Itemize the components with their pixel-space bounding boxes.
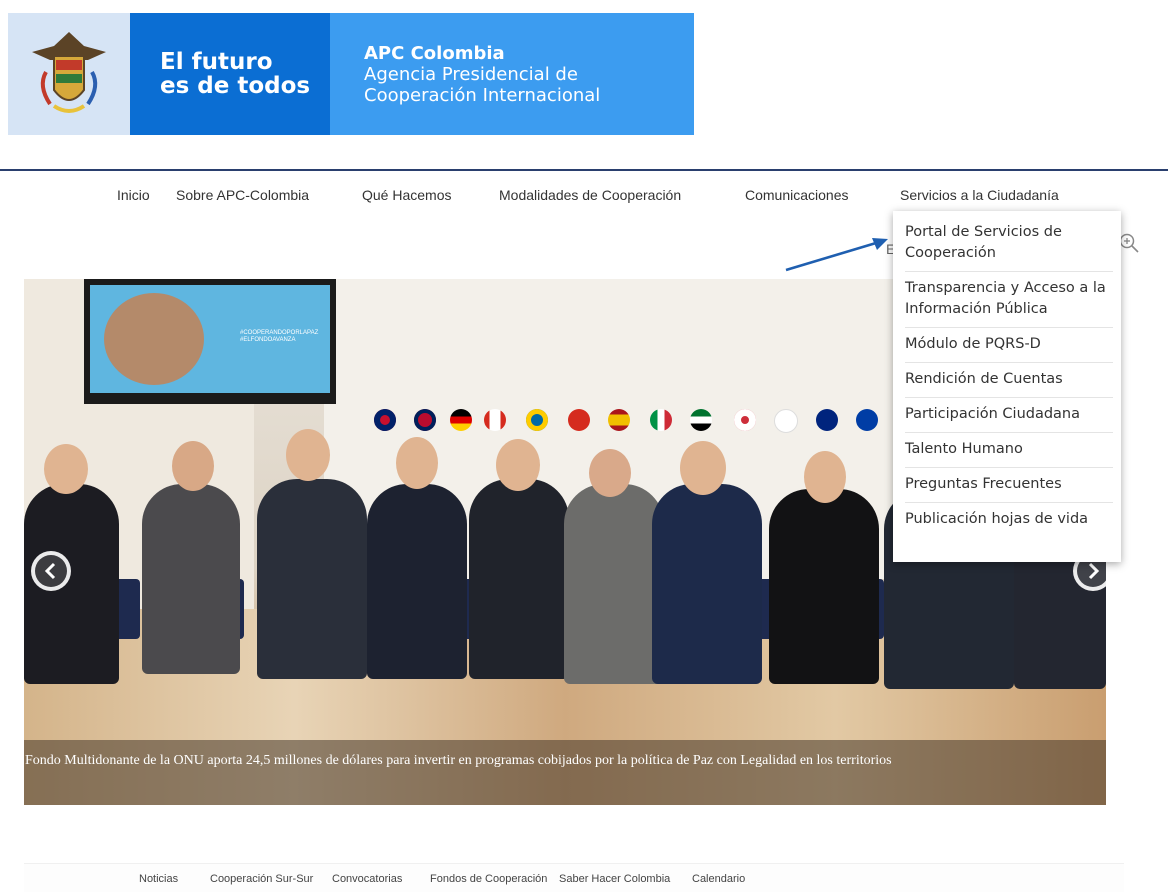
menu-item-pqrs[interactable]: Módulo de PQRS-D: [905, 328, 1113, 363]
nav-item-inicio[interactable]: Inicio: [117, 187, 150, 203]
tv-hashtag-text: #COOPERANDOPORLAPAZ #ELFONDOAVANZA: [240, 330, 319, 343]
slogan-line-2: es de todos: [160, 73, 311, 99]
nav-item-que-hacemos[interactable]: Qué Hacemos: [362, 187, 451, 203]
nav-item-comunicaciones[interactable]: Comunicaciones: [745, 187, 849, 203]
menu-item-transparencia[interactable]: Transparencia y Acceso a la Información …: [905, 272, 1113, 328]
chevron-left-icon: [44, 562, 56, 580]
agency-short-name: APC Colombia: [364, 42, 505, 64]
slogan-line-1: El futuro: [160, 49, 273, 75]
menu-item-hojas-de-vida[interactable]: Publicación hojas de vida: [905, 503, 1113, 537]
chevron-right-icon: [1088, 562, 1100, 580]
subnav-item-noticias[interactable]: Noticias: [139, 873, 178, 885]
nav-item-servicios-ciudadania[interactable]: Servicios a la Ciudadanía: [900, 187, 1059, 203]
subnav-item-sur-sur[interactable]: Cooperación Sur-Sur: [210, 873, 313, 885]
coat-of-arms-logo: [8, 13, 130, 135]
subnav-item-fondos[interactable]: Fondos de Cooperación: [430, 873, 547, 885]
nav-item-modalidades[interactable]: Modalidades de Cooperación: [499, 187, 681, 203]
servicios-dropdown-menu: Portal de Servicios de Cooperación Trans…: [893, 211, 1121, 562]
header-banner[interactable]: El futuro es de todos APC Colombia Agenc…: [8, 13, 694, 135]
header-divider: [0, 169, 1168, 171]
menu-item-talento-humano[interactable]: Talento Humano: [905, 433, 1113, 468]
agency-full-name-line-2: Cooperación Internacional: [364, 84, 601, 106]
subnav-item-convocatorias[interactable]: Convocatorias: [332, 873, 402, 885]
annotation-arrow-icon: [785, 238, 888, 272]
agency-full-name-line-1: Agencia Presidencial de: [364, 63, 578, 85]
zoom-search-icon[interactable]: [1118, 232, 1140, 254]
secondary-navigation: Noticias Cooperación Sur-Sur Convocatori…: [24, 863, 1124, 892]
menu-item-portal-servicios[interactable]: Portal de Servicios de Cooperación: [905, 216, 1113, 272]
main-navigation: Inicio Sobre APC-Colombia Qué Hacemos Mo…: [0, 187, 1168, 209]
photo-tv-screen: #COOPERANDOPORLAPAZ #ELFONDOAVANZA: [84, 279, 336, 404]
nav-item-sobre-apc[interactable]: Sobre APC-Colombia: [176, 187, 309, 203]
menu-item-rendicion-cuentas[interactable]: Rendición de Cuentas: [905, 363, 1113, 398]
slider-prev-button[interactable]: [31, 551, 71, 591]
coat-of-arms-icon: [32, 32, 106, 113]
slide-caption-text[interactable]: Fondo Multidonante de la ONU aporta 24,5…: [24, 750, 1065, 771]
agency-name-block: APC Colombia Agencia Presidencial de Coo…: [330, 13, 694, 135]
subnav-item-calendario[interactable]: Calendario: [692, 873, 745, 885]
slogan-block: El futuro es de todos: [130, 13, 330, 135]
subnav-item-saber-hacer[interactable]: Saber Hacer Colombia: [559, 873, 670, 885]
menu-item-participacion[interactable]: Participación Ciudadana: [905, 398, 1113, 433]
menu-item-preguntas-frecuentes[interactable]: Preguntas Frecuentes: [905, 468, 1113, 503]
